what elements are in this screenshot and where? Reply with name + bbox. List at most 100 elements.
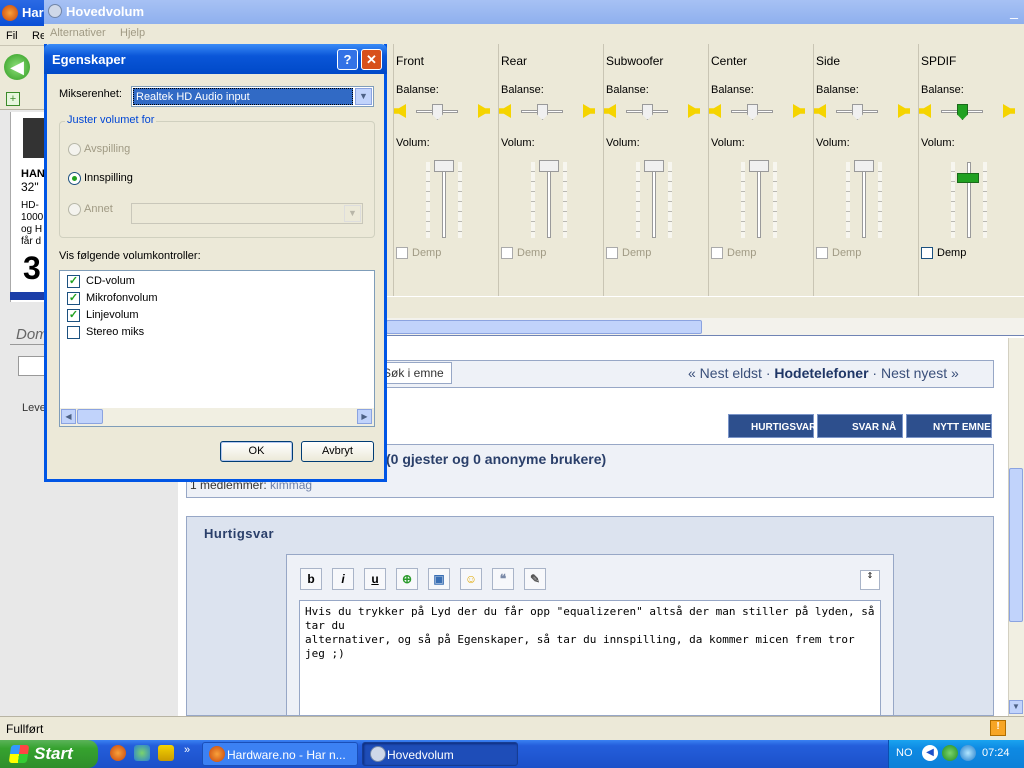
mute-checkbox[interactable]	[921, 247, 933, 259]
list-scrollbar-thumb[interactable]	[77, 409, 103, 424]
insert-image-icon[interactable]: ▣	[428, 568, 450, 590]
menu-options[interactable]: Alternativer	[50, 27, 106, 39]
prev-oldest-link[interactable]: « Nest eldst	[688, 365, 762, 381]
radio-playback[interactable]	[68, 143, 81, 156]
back-arrow-icon[interactable]: ◀	[4, 54, 30, 80]
reply-now-label: SVAR NÅ	[852, 422, 897, 433]
channel-column: Front Balanse: Volum: Demp	[393, 44, 498, 296]
checkbox-line-volume-label[interactable]: Linjevolum	[86, 309, 139, 321]
scroll-left-icon[interactable]: ◀	[61, 409, 76, 424]
ok-button[interactable]: OK	[220, 441, 293, 462]
underline-button[interactable]: u	[364, 568, 386, 590]
mute-label: Demp	[937, 247, 967, 259]
minimize-icon[interactable]: _	[1004, 2, 1024, 22]
balance-slider-thumb[interactable]	[747, 104, 758, 120]
volume-slider-track[interactable]	[547, 162, 551, 238]
quote-icon[interactable]: ❝	[492, 568, 514, 590]
add-bookmark-icon[interactable]: +	[6, 92, 20, 106]
checkbox-line-volume[interactable]: ✓	[67, 309, 80, 322]
volume-slider-thumb[interactable]	[434, 160, 454, 172]
cancel-button[interactable]: Avbryt	[301, 441, 374, 462]
smiley-icon[interactable]: ☺	[460, 568, 482, 590]
spellcheck-icon[interactable]: ✎	[524, 568, 546, 590]
mute-checkbox[interactable]	[816, 247, 828, 259]
advert-banner[interactable]: HAN 32" HD- 1000 og H får d 3	[10, 112, 47, 302]
mixer-device-value[interactable]: Realtek HD Audio input	[133, 88, 353, 105]
expand-quicklaunch-icon[interactable]: »	[184, 744, 190, 756]
volume-slider-thumb[interactable]	[644, 160, 664, 172]
other-device-select[interactable]	[131, 203, 363, 224]
bold-button[interactable]: b	[300, 568, 322, 590]
balance-slider-thumb[interactable]	[852, 104, 863, 120]
volume-slider-track[interactable]	[862, 162, 866, 238]
new-topic-button[interactable]: NYTT EMNE	[906, 414, 992, 438]
mixer-scrollbar-thumb[interactable]	[386, 320, 702, 334]
taskbar-item-label: Hardware.no - Har n...	[227, 748, 346, 762]
chevron-down-icon[interactable]: ▼	[355, 88, 372, 105]
checkbox-stereo-mix-label[interactable]: Stereo miks	[86, 326, 144, 338]
list-scrollbar[interactable]: ◀ ▶	[60, 408, 374, 426]
checkbox-mic-volume[interactable]: ✓	[67, 292, 80, 305]
dialog-title-bar[interactable]: Egenskaper	[44, 44, 387, 74]
next-newest-link[interactable]: Nest nyest »	[881, 365, 959, 381]
volume-icon	[370, 746, 386, 762]
balance-slider-thumb[interactable]	[537, 104, 548, 120]
volume-slider-track[interactable]	[757, 162, 761, 238]
status-icon: !	[990, 720, 1006, 736]
radio-other[interactable]	[68, 203, 81, 216]
ad-line: får d	[21, 236, 42, 247]
channel-column: Side Balanse: Volum: Demp	[813, 44, 918, 296]
balance-label: Balanse:	[711, 84, 754, 96]
radio-other-label: Annet	[84, 203, 113, 215]
balance-label: Balanse:	[606, 84, 649, 96]
balance-slider-thumb[interactable]	[432, 104, 443, 120]
ad-line: HD- 1000 og H får d	[21, 200, 43, 248]
speaker-left-icon	[499, 104, 511, 118]
checkbox-cd-volume[interactable]: ✓	[67, 275, 80, 288]
menu-help[interactable]: Hjelp	[120, 27, 145, 39]
close-icon[interactable]: ✕	[361, 49, 382, 70]
checkbox-cd-volume-label[interactable]: CD-volum	[86, 275, 135, 287]
browser-title: Har	[22, 5, 44, 20]
checkbox-mic-volume-label[interactable]: Mikrofonvolum	[86, 292, 158, 304]
volume-slider-thumb[interactable]	[539, 160, 559, 172]
mute-checkbox[interactable]	[396, 247, 408, 259]
volume-slider-track[interactable]	[652, 162, 656, 238]
tray-collapse-icon[interactable]: ◀	[922, 745, 938, 761]
volume-title-bar[interactable]: Hovedvolum	[44, 0, 1024, 24]
volume-slider-thumb[interactable]	[957, 173, 979, 183]
mute-checkbox[interactable]	[501, 247, 513, 259]
balance-slider-thumb[interactable]	[642, 104, 653, 120]
radio-recording[interactable]	[68, 172, 81, 185]
insert-link-icon[interactable]: ⊕	[396, 568, 418, 590]
chevron-down-icon[interactable]: ▼	[344, 205, 361, 222]
scrollbar-thumb[interactable]	[1009, 468, 1023, 622]
network-icon[interactable]	[942, 745, 958, 761]
scroll-down-icon[interactable]: ▼	[1009, 700, 1023, 714]
supplier-label: Leve	[22, 402, 46, 414]
quicklaunch-icon[interactable]	[158, 745, 174, 761]
speaker-icon[interactable]	[960, 745, 976, 761]
balance-slider-thumb[interactable]	[957, 104, 968, 120]
language-indicator[interactable]: NO	[896, 747, 913, 759]
volume-slider-thumb[interactable]	[749, 160, 769, 172]
scroll-right-icon[interactable]: ▶	[357, 409, 372, 424]
checkbox-stereo-mix[interactable]	[67, 326, 80, 339]
italic-button[interactable]: i	[332, 568, 354, 590]
radio-recording-label: Innspilling	[84, 172, 133, 184]
reply-textarea[interactable]: Hvis du trykker på Lyd der du får opp "e…	[299, 600, 881, 716]
new-topic-label: NYTT EMNE	[933, 422, 991, 433]
messenger-icon[interactable]	[134, 745, 150, 761]
volume-slider-track[interactable]	[442, 162, 446, 238]
search-topic-button[interactable]: Søk i emne	[378, 362, 452, 384]
help-icon[interactable]: ?	[337, 49, 358, 70]
firefox-icon[interactable]	[110, 745, 126, 761]
resize-editor-icon[interactable]: ⇕	[860, 570, 880, 590]
quick-reply-button[interactable]: HURTIGSVAR	[728, 414, 816, 438]
reply-now-button[interactable]: SVAR NÅ	[817, 414, 903, 438]
volume-slider-thumb[interactable]	[854, 160, 874, 172]
mute-checkbox[interactable]	[606, 247, 618, 259]
menu-file[interactable]: Fil	[6, 30, 18, 42]
taskbar-item-browser[interactable]: Hardware.no - Har n...	[202, 742, 358, 766]
mute-checkbox[interactable]	[711, 247, 723, 259]
